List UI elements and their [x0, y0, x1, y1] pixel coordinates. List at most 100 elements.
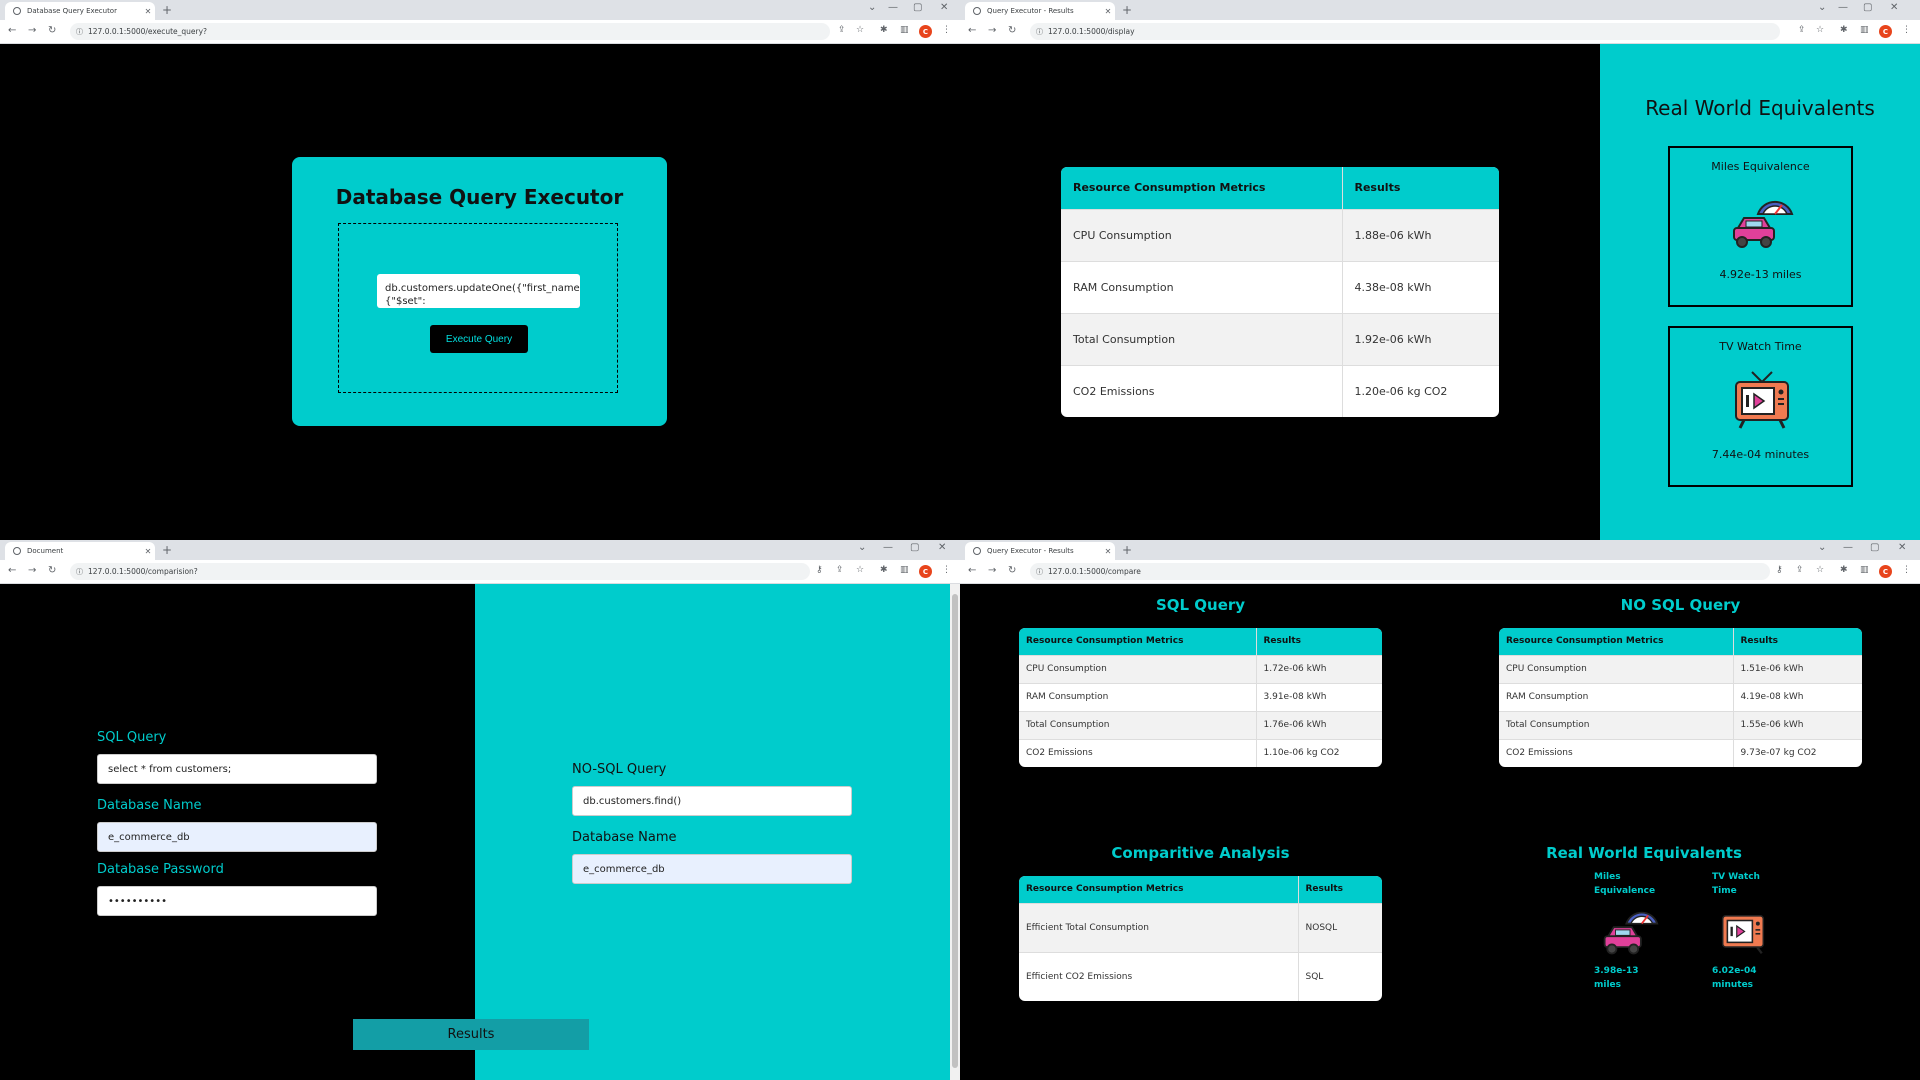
value-cell: 4.19e-08 kWh	[1733, 682, 1862, 711]
extensions-icon[interactable]: ✱	[1840, 565, 1848, 575]
value-cell: NOSQL	[1298, 902, 1382, 952]
database-password-input[interactable]: ••••••••••	[97, 886, 377, 916]
nosql-database-name-input[interactable]: e_commerce_db	[572, 854, 852, 884]
sidebar-icon[interactable]: ▥	[900, 565, 909, 575]
value-cell: 1.92e-06 kWh	[1342, 312, 1499, 365]
star-icon[interactable]: ☆	[1816, 25, 1824, 35]
minimize-icon[interactable]: —	[1843, 542, 1853, 553]
url-bar[interactable]: ⓘ 127.0.0.1:5000/comparision?	[70, 563, 810, 580]
maximize-icon[interactable]: ▢	[1870, 542, 1879, 553]
minimize-icon[interactable]: —	[888, 2, 898, 13]
forward-icon[interactable]: →	[28, 565, 36, 576]
close-icon[interactable]: ✕	[141, 547, 155, 556]
results-button[interactable]: Results	[353, 1019, 589, 1050]
reload-icon[interactable]: ↻	[1008, 25, 1016, 36]
menu-icon[interactable]: ⋮	[1902, 565, 1911, 575]
url-bar[interactable]: ⓘ 127.0.0.1:5000/compare	[1030, 563, 1770, 580]
plus-icon[interactable]: +	[1122, 543, 1132, 557]
maximize-icon[interactable]: ▢	[910, 542, 919, 553]
star-icon[interactable]: ☆	[1816, 565, 1824, 575]
minimize-icon[interactable]: —	[883, 542, 893, 553]
tv-value: 6.02e-04 minutes	[1712, 966, 1757, 990]
reload-icon[interactable]: ↻	[1008, 565, 1016, 576]
sidebar-icon[interactable]: ▥	[900, 25, 909, 35]
minimize-icon[interactable]: —	[1838, 2, 1848, 13]
close-icon[interactable]: ✕	[1101, 7, 1115, 16]
tv-watch-time-card: TV Watch Time 7.44e-04 minutes	[1668, 326, 1853, 487]
profile-avatar[interactable]: C	[919, 565, 932, 578]
scrollbar-thumb[interactable]	[952, 594, 958, 1068]
maximize-icon[interactable]: ▢	[913, 2, 922, 13]
page-title: Database Query Executor	[335, 185, 624, 209]
key-icon[interactable]: ⚷	[1776, 565, 1783, 575]
chevron-down-icon[interactable]: ⌄	[1818, 2, 1826, 13]
browser-window-query-executor: Database Query Executor ✕ + ⌄ — ▢ ✕ ← → …	[0, 0, 960, 540]
chevron-down-icon[interactable]: ⌄	[868, 2, 876, 13]
browser-tab[interactable]: Document ✕	[5, 542, 155, 560]
plus-icon[interactable]: +	[162, 543, 172, 557]
back-icon[interactable]: ←	[8, 565, 16, 576]
database-name-input[interactable]: e_commerce_db	[97, 822, 377, 852]
profile-avatar[interactable]: C	[919, 25, 932, 38]
nosql-database-name-label: Database Name	[572, 830, 677, 845]
star-icon[interactable]: ☆	[856, 25, 864, 35]
sidebar-icon[interactable]: ▥	[1860, 25, 1869, 35]
info-icon[interactable]: ⓘ	[76, 27, 83, 37]
nosql-query-input[interactable]: db.customers.find()	[572, 786, 852, 816]
sql-query-input[interactable]: select * from customers;	[97, 754, 377, 784]
star-icon[interactable]: ☆	[856, 565, 864, 575]
browser-tab[interactable]: Query Executor - Results ✕	[965, 542, 1115, 560]
scrollbar[interactable]	[950, 584, 960, 1080]
query-dropzone: db.customers.updateOne({"first_name":"Jo…	[338, 223, 618, 393]
maximize-icon[interactable]: ▢	[1863, 2, 1872, 13]
close-window-icon[interactable]: ✕	[1890, 2, 1898, 13]
menu-icon[interactable]: ⋮	[942, 25, 951, 35]
extensions-icon[interactable]: ✱	[880, 565, 888, 575]
sidebar-icon[interactable]: ▥	[1860, 565, 1869, 575]
metric-cell: RAM Consumption	[1499, 682, 1734, 711]
back-icon[interactable]: ←	[968, 25, 976, 36]
info-icon[interactable]: ⓘ	[1036, 567, 1043, 577]
plus-icon[interactable]: +	[162, 3, 172, 17]
back-icon[interactable]: ←	[8, 25, 16, 36]
forward-icon[interactable]: →	[28, 25, 36, 36]
extensions-icon[interactable]: ✱	[1840, 25, 1848, 35]
forward-icon[interactable]: →	[988, 565, 996, 576]
extensions-icon[interactable]: ✱	[880, 25, 888, 35]
reload-icon[interactable]: ↻	[48, 25, 56, 36]
reload-icon[interactable]: ↻	[48, 565, 56, 576]
info-icon[interactable]: ⓘ	[76, 567, 83, 577]
browser-window-compare-results: Query Executor - Results ✕ + ⌄ — ▢ ✕ ← →…	[960, 540, 1920, 1080]
menu-icon[interactable]: ⋮	[942, 565, 951, 575]
url-bar[interactable]: ⓘ 127.0.0.1:5000/display	[1030, 23, 1780, 40]
close-icon[interactable]: ✕	[141, 7, 155, 16]
close-window-icon[interactable]: ✕	[940, 2, 948, 13]
tv-icon	[1735, 371, 1789, 429]
close-window-icon[interactable]: ✕	[938, 542, 946, 553]
profile-avatar[interactable]: C	[1879, 25, 1892, 38]
close-icon[interactable]: ✕	[1101, 547, 1115, 556]
browser-tab[interactable]: Query Executor - Results ✕	[965, 2, 1115, 20]
info-icon[interactable]: ⓘ	[1036, 27, 1043, 37]
execute-query-button[interactable]: Execute Query	[430, 325, 528, 353]
plus-icon[interactable]: +	[1122, 3, 1132, 17]
url-bar[interactable]: ⓘ 127.0.0.1:5000/execute_query?	[70, 23, 830, 40]
back-icon[interactable]: ←	[968, 565, 976, 576]
share-icon[interactable]: ⇪	[1798, 25, 1806, 35]
tab-title: Query Executor - Results	[987, 547, 1074, 555]
address-bar-row: ← → ↻ ⓘ 127.0.0.1:5000/display ⇪ ☆ ✱ ▥ C…	[960, 20, 1920, 44]
forward-icon[interactable]: →	[988, 25, 996, 36]
car-speedometer-icon	[1603, 911, 1659, 955]
profile-avatar[interactable]: C	[1879, 565, 1892, 578]
miles-label: Miles Equivalence	[1594, 872, 1656, 896]
key-icon[interactable]: ⚷	[816, 565, 823, 575]
menu-icon[interactable]: ⋮	[1902, 25, 1911, 35]
chevron-down-icon[interactable]: ⌄	[1818, 542, 1826, 553]
close-window-icon[interactable]: ✕	[1898, 542, 1906, 553]
chevron-down-icon[interactable]: ⌄	[858, 542, 866, 553]
share-icon[interactable]: ⇪	[836, 565, 844, 575]
browser-tab[interactable]: Database Query Executor ✕	[5, 2, 155, 20]
share-icon[interactable]: ⇪	[838, 25, 846, 35]
query-input[interactable]: db.customers.updateOne({"first_name":"Jo…	[377, 274, 580, 308]
share-icon[interactable]: ⇪	[1796, 565, 1804, 575]
